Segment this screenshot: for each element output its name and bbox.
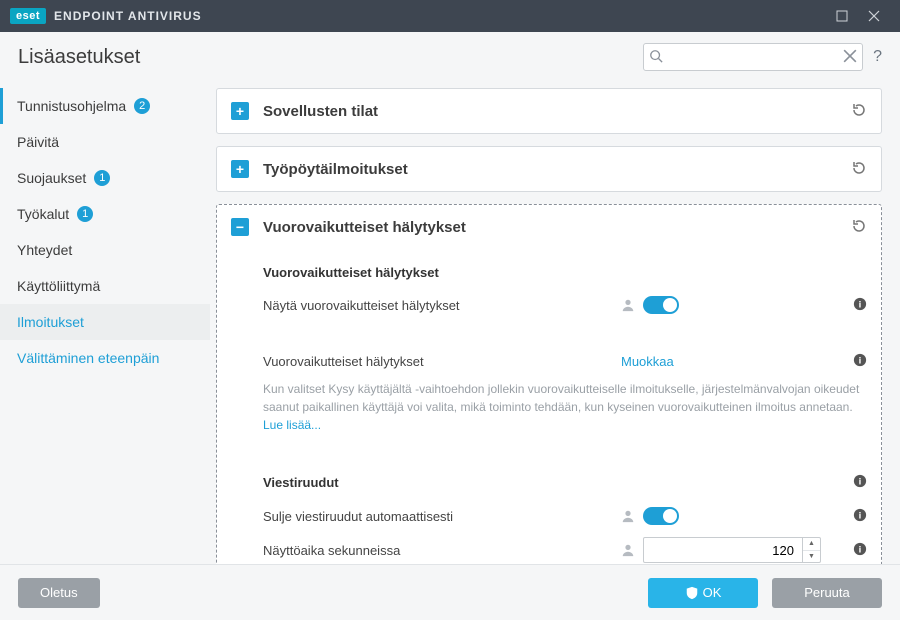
svg-text:i: i [859,299,862,310]
svg-text:i: i [859,510,862,521]
info-icon[interactable]: i [853,476,867,491]
sidebar-item-3[interactable]: Työkalut 1 [0,196,210,232]
badge: 2 [134,98,150,114]
panel-title: Sovellusten tilat [263,103,851,120]
panel-title: Työpöytäilmoitukset [263,161,851,178]
row-show-alerts: Näytä vuorovaikutteiset hälytykset i [263,290,867,320]
user-icon [621,543,635,557]
sidebar-item-1[interactable]: Päivitä [0,124,210,160]
svg-text:i: i [859,477,862,488]
sidebar-item-label: Yhteydet [17,242,72,258]
sidebar-item-7[interactable]: Välittäminen eteenpäin [0,340,210,376]
expand-icon: + [231,102,249,120]
cancel-button[interactable]: Peruuta [772,578,882,608]
info-icon[interactable]: i [853,353,867,370]
page-header: Lisäasetukset ? [0,32,900,82]
sidebar-item-label: Päivitä [17,134,59,150]
sidebar-item-label: Tunnistusohjelma [17,98,126,114]
brand-logo: eset [10,8,46,24]
expand-icon: + [231,160,249,178]
spin-down-icon[interactable]: ▼ [803,551,820,563]
info-icon[interactable]: i [853,508,867,525]
spin-up-icon[interactable]: ▲ [803,538,820,551]
section-title-alerts: Vuorovaikutteiset hälytykset [263,265,867,280]
panel-header-desktop-notif[interactable]: + Työpöytäilmoitukset [217,147,881,191]
link-edit-alerts[interactable]: Muokkaa [621,354,674,369]
sidebar-item-2[interactable]: Suojaukset 1 [0,160,210,196]
panel-desktop-notif: + Työpöytäilmoitukset [216,146,882,192]
info-icon[interactable]: i [853,542,867,559]
sidebar-item-5[interactable]: Käyttöliittymä [0,268,210,304]
panel-header-app-states[interactable]: + Sovellusten tilat [217,89,881,133]
main-content: + Sovellusten tilat + Työpöytäilmoitukse… [210,82,900,564]
titlebar: eset ENDPOINT ANTIVIRUS [0,0,900,32]
label-timeout: Näyttöaika sekunneissa [263,543,621,558]
link-read-more[interactable]: Lue lisää... [263,418,321,432]
svg-text:i: i [859,355,862,366]
ok-button[interactable]: OK [648,578,758,608]
shield-icon [685,586,699,600]
search-icon [649,49,663,66]
page-title: Lisäasetukset [18,46,643,69]
row-timeout: Näyttöaika sekunneissa ▲ ▼ i [263,535,867,564]
collapse-icon: − [231,218,249,236]
sidebar-item-label: Käyttöliittymä [17,278,100,294]
reset-icon[interactable] [851,102,867,121]
label-auto-close: Sulje viestiruudut automaattisesti [263,509,621,524]
sidebar-item-6[interactable]: Ilmoitukset [0,304,210,340]
user-icon [621,509,635,523]
help-icon[interactable]: ? [873,48,882,66]
sidebar-item-0[interactable]: Tunnistusohjelma 2 [0,88,210,124]
user-icon [621,298,635,312]
label-alerts: Vuorovaikutteiset hälytykset [263,354,621,369]
sidebar-item-label: Suojaukset [17,170,86,186]
sidebar: Tunnistusohjelma2PäivitäSuojaukset1Työka… [0,82,210,564]
window-close-icon[interactable] [858,0,890,32]
default-button[interactable]: Oletus [18,578,100,608]
sidebar-item-label: Välittäminen eteenpäin [17,350,159,366]
sidebar-item-label: Työkalut [17,206,69,222]
search-input[interactable] [643,43,863,71]
reset-icon[interactable] [851,218,867,237]
reset-icon[interactable] [851,160,867,179]
timeout-input-wrap: ▲ ▼ [643,537,821,563]
window-maximize-icon[interactable] [826,0,858,32]
panel-title: Vuorovaikutteiset hälytykset [263,219,851,236]
sidebar-item-label: Ilmoitukset [17,314,84,330]
sidebar-item-4[interactable]: Yhteydet [0,232,210,268]
panel-app-states: + Sovellusten tilat [216,88,882,134]
row-alerts-edit: Vuorovaikutteiset hälytykset Muokkaa i [263,346,867,376]
footer: Oletus OK Peruuta [0,564,900,620]
section-title-msgboxes: Viestiruudut i [263,474,867,491]
toggle-auto-close[interactable] [643,507,679,525]
row-auto-close: Sulje viestiruudut automaattisesti i [263,501,867,531]
badge: 1 [94,170,110,186]
clear-search-icon[interactable] [843,49,857,66]
panel-header-interactive[interactable]: − Vuorovaikutteiset hälytykset [217,205,881,249]
timeout-input[interactable] [643,537,803,563]
info-icon[interactable]: i [853,297,867,314]
badge: 1 [77,206,93,222]
toggle-show-alerts[interactable] [643,296,679,314]
label-show-alerts: Näytä vuorovaikutteiset hälytykset [263,298,621,313]
panel-interactive-alerts: − Vuorovaikutteiset hälytykset Vuorovaik… [216,204,882,564]
search-wrap [643,43,863,71]
description-text: Kun valitset Kysy käyttäjältä -vaihtoehd… [263,380,867,434]
brand-product: ENDPOINT ANTIVIRUS [54,9,202,23]
svg-text:i: i [859,544,862,555]
